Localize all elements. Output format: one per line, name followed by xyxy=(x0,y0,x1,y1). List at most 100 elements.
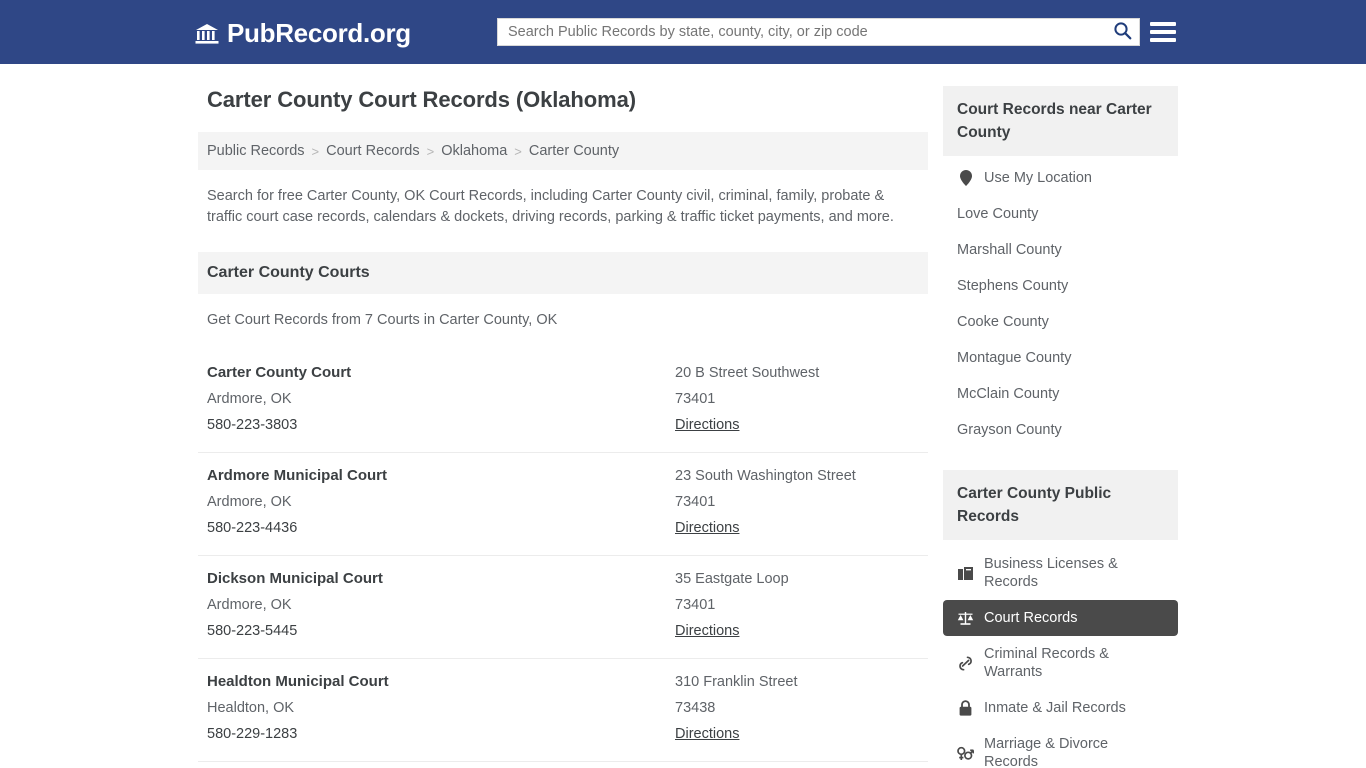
court-info-right: 35 Eastgate Loop73401Directions xyxy=(675,556,919,658)
directions-link[interactable]: Directions xyxy=(675,618,739,644)
search-button[interactable] xyxy=(1105,19,1139,45)
menu-bar-3 xyxy=(1150,38,1176,42)
site-logo[interactable]: PubRecord.org xyxy=(195,18,411,49)
directions-link[interactable]: Directions xyxy=(675,412,739,438)
nearby-item-montague-county[interactable]: Montague County xyxy=(943,340,1178,376)
gender-symbols-icon xyxy=(957,745,974,762)
page-description: Search for free Carter County, OK Court … xyxy=(198,170,928,228)
breadcrumb-separator: > xyxy=(420,144,442,159)
breadcrumb-separator: > xyxy=(507,144,529,159)
court-zip: 73401 xyxy=(675,489,919,515)
court-row: Dickson Municipal CourtArdmore, OK580-22… xyxy=(198,556,928,659)
public-record-item-court-records[interactable]: Court Records xyxy=(943,600,1178,636)
search-icon xyxy=(1113,21,1132,43)
breadcrumb-separator: > xyxy=(305,144,327,159)
public-record-item-label: Inmate & Jail Records xyxy=(984,699,1126,717)
nearby-item-label: Use My Location xyxy=(984,169,1092,187)
hamburger-menu-icon[interactable] xyxy=(1150,19,1176,45)
court-phone: 580-223-3803 xyxy=(207,412,675,438)
court-info-left: Carter County CourtArdmore, OK580-223-38… xyxy=(207,350,675,452)
public-records-heading: Carter County Public Records xyxy=(943,470,1178,540)
court-name[interactable]: Dickson Municipal Court xyxy=(207,566,675,592)
court-address: 23 South Washington Street xyxy=(675,463,919,489)
nearby-item-label: Montague County xyxy=(957,349,1071,367)
public-record-item-label: Marriage & Divorce Records xyxy=(984,735,1164,768)
nearby-records-heading: Court Records near Carter County xyxy=(943,86,1178,156)
nearby-item-marshall-county[interactable]: Marshall County xyxy=(943,232,1178,268)
public-record-item-marriage-divorce-records[interactable]: Marriage & Divorce Records xyxy=(943,726,1178,768)
public-record-item-label: Criminal Records & Warrants xyxy=(984,645,1164,681)
public-records-block: Carter County Public Records Business Li… xyxy=(943,470,1178,768)
court-info-left: Healdton Municipal CourtHealdton, OK580-… xyxy=(207,659,675,761)
page-title: Carter County Court Records (Oklahoma) xyxy=(207,86,928,114)
public-record-item-label: Court Records xyxy=(984,609,1077,627)
sidebar: Court Records near Carter County Use My … xyxy=(943,86,1178,768)
content-container: Carter County Court Records (Oklahoma) P… xyxy=(198,64,1168,768)
public-record-item-label: Business Licenses & Records xyxy=(984,555,1164,591)
nearby-item-stephens-county[interactable]: Stephens County xyxy=(943,268,1178,304)
nearby-item-love-county[interactable]: Love County xyxy=(943,196,1178,232)
public-records-list: Business Licenses & Records Court Records… xyxy=(943,540,1178,768)
court-zip: 73401 xyxy=(675,386,919,412)
court-name[interactable]: Carter County Court xyxy=(207,360,675,386)
court-city: Healdton, OK xyxy=(207,695,675,721)
court-info-right: 310 Franklin Street73438Directions xyxy=(675,659,919,761)
scales-icon xyxy=(957,610,974,627)
nearby-item-label: Love County xyxy=(957,205,1038,223)
court-info-left: Lone Grove Municipal CourtLone Grove, OK… xyxy=(207,762,675,768)
briefcase-icon xyxy=(957,565,974,582)
public-record-item-criminal-records-warrants[interactable]: Criminal Records & Warrants xyxy=(943,636,1178,690)
search-input[interactable] xyxy=(498,19,1105,45)
court-row: Healdton Municipal CourtHealdton, OK580-… xyxy=(198,659,928,762)
court-city: Ardmore, OK xyxy=(207,489,675,515)
breadcrumb-item-court-records[interactable]: Court Records xyxy=(326,143,419,159)
court-list: Carter County Court Ardmore, OK 580-223-38… xyxy=(198,350,928,768)
main-column: Carter County Court Records (Oklahoma) P… xyxy=(198,86,928,768)
breadcrumb-item-carter-county[interactable]: Carter County xyxy=(529,143,619,159)
court-info-left: Ardmore Municipal CourtArdmore, OK580-22… xyxy=(207,453,675,555)
court-phone: 580-223-5445 xyxy=(207,618,675,644)
breadcrumb-item-public-records[interactable]: Public Records xyxy=(207,143,305,159)
nearby-item-label: Stephens County xyxy=(957,277,1068,295)
nearby-item-label: Cooke County xyxy=(957,313,1049,331)
court-city: Ardmore, OK xyxy=(207,592,675,618)
court-address: 310 Franklin Street xyxy=(675,669,919,695)
breadcrumb-item-oklahoma[interactable]: Oklahoma xyxy=(441,143,507,159)
nearby-item-mcclain-county[interactable]: McClain County xyxy=(943,376,1178,412)
bank-icon xyxy=(195,23,219,45)
site-header: PubRecord.org xyxy=(0,0,1366,64)
court-row: Ardmore Municipal CourtArdmore, OK580-22… xyxy=(198,453,928,556)
public-record-item-business-licenses-records[interactable]: Business Licenses & Records xyxy=(943,546,1178,600)
site-logo-text: PubRecord.org xyxy=(227,18,411,49)
court-row: Lone Grove Municipal CourtLone Grove, OK… xyxy=(198,762,928,768)
nearby-item-use-my-location[interactable]: Use My Location xyxy=(943,160,1178,196)
nearby-item-grayson-county[interactable]: Grayson County xyxy=(943,412,1178,448)
directions-link[interactable]: Directions xyxy=(675,515,739,541)
breadcrumb: Public Records > Court Records > Oklahom… xyxy=(198,132,928,170)
search-bar[interactable] xyxy=(497,18,1140,46)
handcuffs-icon xyxy=(957,655,974,672)
menu-bar-2 xyxy=(1150,30,1176,34)
map-pin-icon xyxy=(957,170,974,187)
nearby-item-cooke-county[interactable]: Cooke County xyxy=(943,304,1178,340)
court-zip: 73438 xyxy=(675,695,919,721)
court-row: Carter County CourtArdmore, OK580-223-38… xyxy=(198,350,928,453)
nearby-item-label: Grayson County xyxy=(957,421,1062,439)
court-info-left: Dickson Municipal CourtArdmore, OK580-22… xyxy=(207,556,675,658)
court-address: 35 Eastgate Loop xyxy=(675,566,919,592)
public-record-item-inmate-jail-records[interactable]: Inmate & Jail Records xyxy=(943,690,1178,726)
court-zip: 73401 xyxy=(675,592,919,618)
court-phone: 580-229-1283 xyxy=(207,721,675,747)
court-name[interactable]: Ardmore Municipal Court xyxy=(207,463,675,489)
nearby-item-label: McClain County xyxy=(957,385,1059,403)
court-info-right: 23 South Washington Street73401Direction… xyxy=(675,453,919,555)
menu-bar-1 xyxy=(1150,22,1176,26)
court-name[interactable]: Healdton Municipal Court xyxy=(207,669,675,695)
court-info-right: 17817 U.s. 7073443Directions xyxy=(675,762,919,768)
lock-icon xyxy=(957,700,974,717)
directions-link[interactable]: Directions xyxy=(675,721,739,747)
nearby-records-list: Use My Location Love County Marshall Count… xyxy=(943,156,1178,448)
courts-section-heading: Carter County Courts xyxy=(198,252,928,294)
court-phone: 580-223-4436 xyxy=(207,515,675,541)
page-body: Carter County Court Records (Oklahoma) P… xyxy=(0,64,1366,768)
